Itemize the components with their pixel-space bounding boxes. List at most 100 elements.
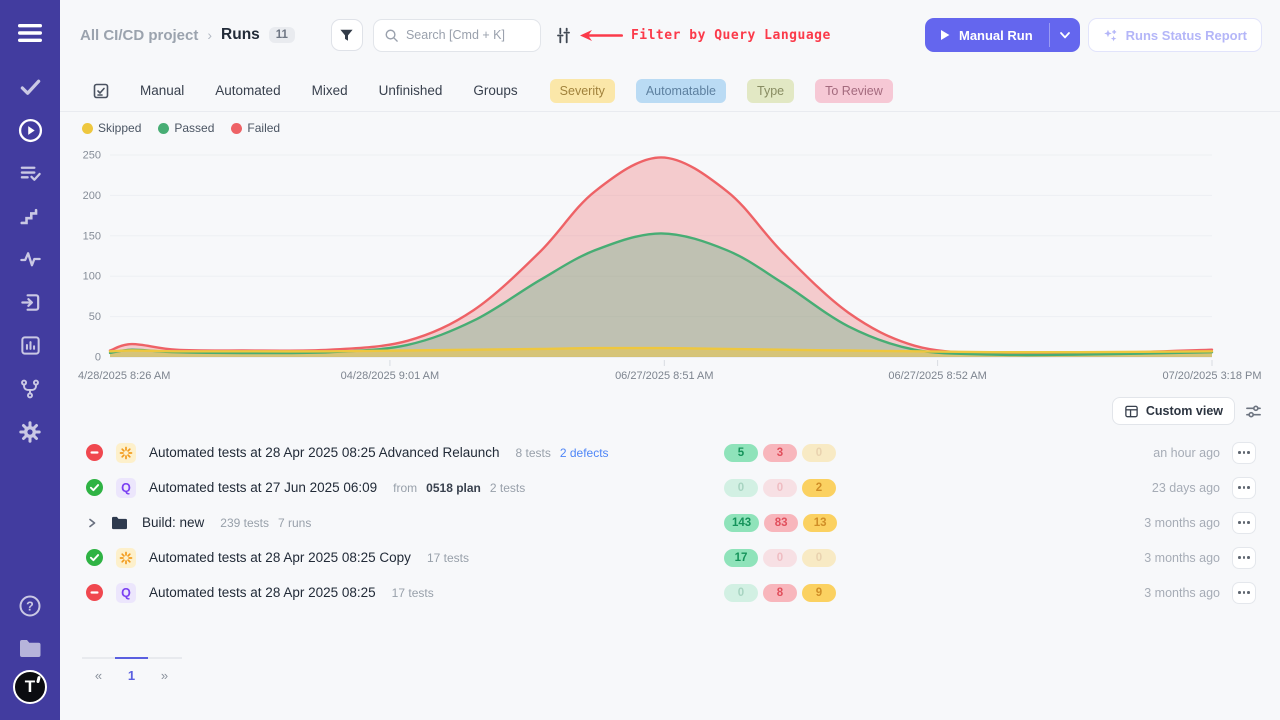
breadcrumb-separator: › — [207, 27, 212, 43]
run-list-view-icon[interactable] — [92, 82, 110, 100]
tab-manual[interactable]: Manual — [140, 83, 184, 98]
run-result-badges: 530 — [724, 444, 864, 462]
custom-view-button[interactable]: Custom view — [1112, 397, 1235, 425]
sidebar-item-settings[interactable] — [0, 410, 60, 453]
logo-t[interactable]: T — [13, 670, 47, 704]
badge-red: 3 — [763, 444, 797, 462]
failed-status-icon — [86, 584, 103, 601]
tab-groups[interactable]: Groups — [473, 83, 517, 98]
run-row[interactable]: Automated tests at 28 Apr 2025 08:25 Cop… — [60, 540, 1280, 575]
defects-link[interactable]: 2 defects — [560, 446, 609, 460]
menu-icon[interactable] — [0, 11, 60, 54]
sparkles-icon — [1103, 28, 1118, 43]
passed-status-icon — [86, 549, 103, 566]
y-axis-tick: 0 — [95, 352, 101, 364]
ellipsis-icon — [1238, 486, 1241, 489]
breadcrumb-project[interactable]: All CI/CD project — [80, 27, 198, 44]
sidebar-item-plans[interactable] — [0, 152, 60, 195]
run-title[interactable]: Build: new — [142, 515, 204, 530]
sidebar-item-milestones[interactable] — [0, 195, 60, 238]
sidebar-item-projects[interactable] — [0, 627, 60, 670]
list-toolbar: Custom view — [60, 392, 1280, 430]
tab-unfinished[interactable]: Unfinished — [379, 83, 443, 98]
sidebar-item-analytics[interactable] — [0, 324, 60, 367]
search-box[interactable] — [373, 19, 541, 52]
ellipsis-icon — [1238, 591, 1241, 594]
search-icon — [384, 28, 399, 43]
branch-icon — [19, 378, 41, 400]
run-menu-button[interactable] — [1232, 512, 1256, 534]
run-menu-button[interactable] — [1232, 547, 1256, 569]
sidebar-item-runs[interactable] — [0, 109, 60, 152]
run-meta-item: 8 tests — [516, 446, 551, 460]
breadcrumb-runs[interactable]: Runs — [221, 26, 260, 44]
gear-icon — [18, 420, 42, 444]
area-passed — [110, 233, 1212, 357]
legend-dot-passed — [158, 123, 169, 134]
run-meta-item: 0518 plan — [426, 481, 481, 495]
run-timestamp: 3 months ago — [864, 586, 1232, 600]
tab-automated[interactable]: Automated — [215, 83, 280, 98]
badge-yellow: 9 — [802, 584, 836, 602]
run-meta-item: 2 tests — [490, 481, 525, 495]
run-menu-button[interactable] — [1232, 477, 1256, 499]
tab-mixed[interactable]: Mixed — [312, 83, 348, 98]
run-menu-button[interactable] — [1232, 582, 1256, 604]
pagination-page-1[interactable]: 1 — [115, 668, 148, 683]
run-title[interactable]: Automated tests at 27 Jun 2025 06:09 — [149, 480, 377, 495]
folder-icon — [18, 638, 43, 660]
header: All CI/CD project › Runs 11 Filter by Qu… — [60, 0, 1280, 70]
x-axis-label: 04/28/2025 9:01 AM — [341, 370, 439, 382]
run-row-main: QAutomated tests at 27 Jun 2025 06:09fro… — [86, 478, 724, 498]
steps-icon — [19, 206, 41, 228]
query-language-filter-icon[interactable] — [555, 27, 572, 44]
x-axis-label: 06/27/2025 8:52 AM — [888, 370, 986, 382]
sidebar-item-branches[interactable] — [0, 367, 60, 410]
pagination: «1» — [82, 657, 182, 683]
run-row[interactable]: QAutomated tests at 27 Jun 2025 06:09fro… — [60, 470, 1280, 505]
badge-green: 0 — [724, 479, 758, 497]
y-axis-tick: 100 — [83, 271, 101, 283]
pagination-first[interactable]: « — [82, 668, 115, 683]
filter-button[interactable] — [331, 19, 363, 51]
manual-run-button[interactable]: Manual Run — [925, 18, 1080, 52]
sidebar-item-tests[interactable] — [0, 66, 60, 109]
run-title[interactable]: Automated tests at 28 Apr 2025 08:25 — [149, 585, 376, 600]
sidebar-item-activity[interactable] — [0, 238, 60, 281]
runs-status-report-button[interactable]: Runs Status Report — [1088, 18, 1262, 52]
pagination-buttons: «1» — [82, 668, 182, 683]
run-row-main: Automated tests at 28 Apr 2025 08:25 Cop… — [86, 548, 724, 568]
inbox-arrow-icon — [19, 291, 42, 314]
legend-item-failed[interactable]: Failed — [231, 121, 280, 135]
sidebar-item-help[interactable]: ? — [0, 584, 60, 627]
badge-yellow: 0 — [802, 444, 836, 462]
run-title[interactable]: Automated tests at 28 Apr 2025 08:25 Cop… — [149, 550, 411, 565]
chevron-down-icon — [1060, 32, 1070, 39]
legend-item-skipped[interactable]: Skipped — [82, 121, 141, 135]
filter-pill-to-review[interactable]: To Review — [815, 79, 893, 103]
run-row[interactable]: Automated tests at 28 Apr 2025 08:25 Adv… — [60, 435, 1280, 470]
manual-run-dropdown[interactable] — [1050, 18, 1080, 52]
group-expand-button[interactable] — [86, 517, 98, 529]
run-menu-button[interactable] — [1232, 442, 1256, 464]
legend-label: Passed — [174, 121, 214, 135]
sliders-vertical-icon — [555, 27, 572, 44]
filter-pill-severity[interactable]: Severity — [550, 79, 615, 103]
search-input[interactable] — [406, 28, 526, 42]
filter-pill-automatable[interactable]: Automatable — [636, 79, 726, 103]
run-title[interactable]: Automated tests at 28 Apr 2025 08:25 Adv… — [149, 445, 500, 460]
x-axis-label: 4/28/2025 8:26 AM — [78, 370, 170, 382]
app-window: ? T All CI/CD project › Runs 11 — [0, 0, 1280, 720]
y-axis-tick: 50 — [89, 311, 101, 323]
play-circle-icon — [18, 118, 43, 143]
runs-area-chart[interactable]: 0501001502002504/28/2025 8:26 AM04/28/20… — [60, 142, 1280, 387]
filter-pill-type[interactable]: Type — [747, 79, 794, 103]
sidebar-item-import[interactable] — [0, 281, 60, 324]
activity-icon — [19, 248, 42, 271]
list-settings-icon[interactable] — [1245, 403, 1262, 420]
run-group-row[interactable]: Build: new239 tests7 runs14383133 months… — [60, 505, 1280, 540]
legend-item-passed[interactable]: Passed — [158, 121, 214, 135]
run-row[interactable]: QAutomated tests at 28 Apr 2025 08:2517 … — [60, 575, 1280, 610]
run-status-failed — [86, 444, 103, 461]
pagination-last[interactable]: » — [148, 668, 181, 683]
